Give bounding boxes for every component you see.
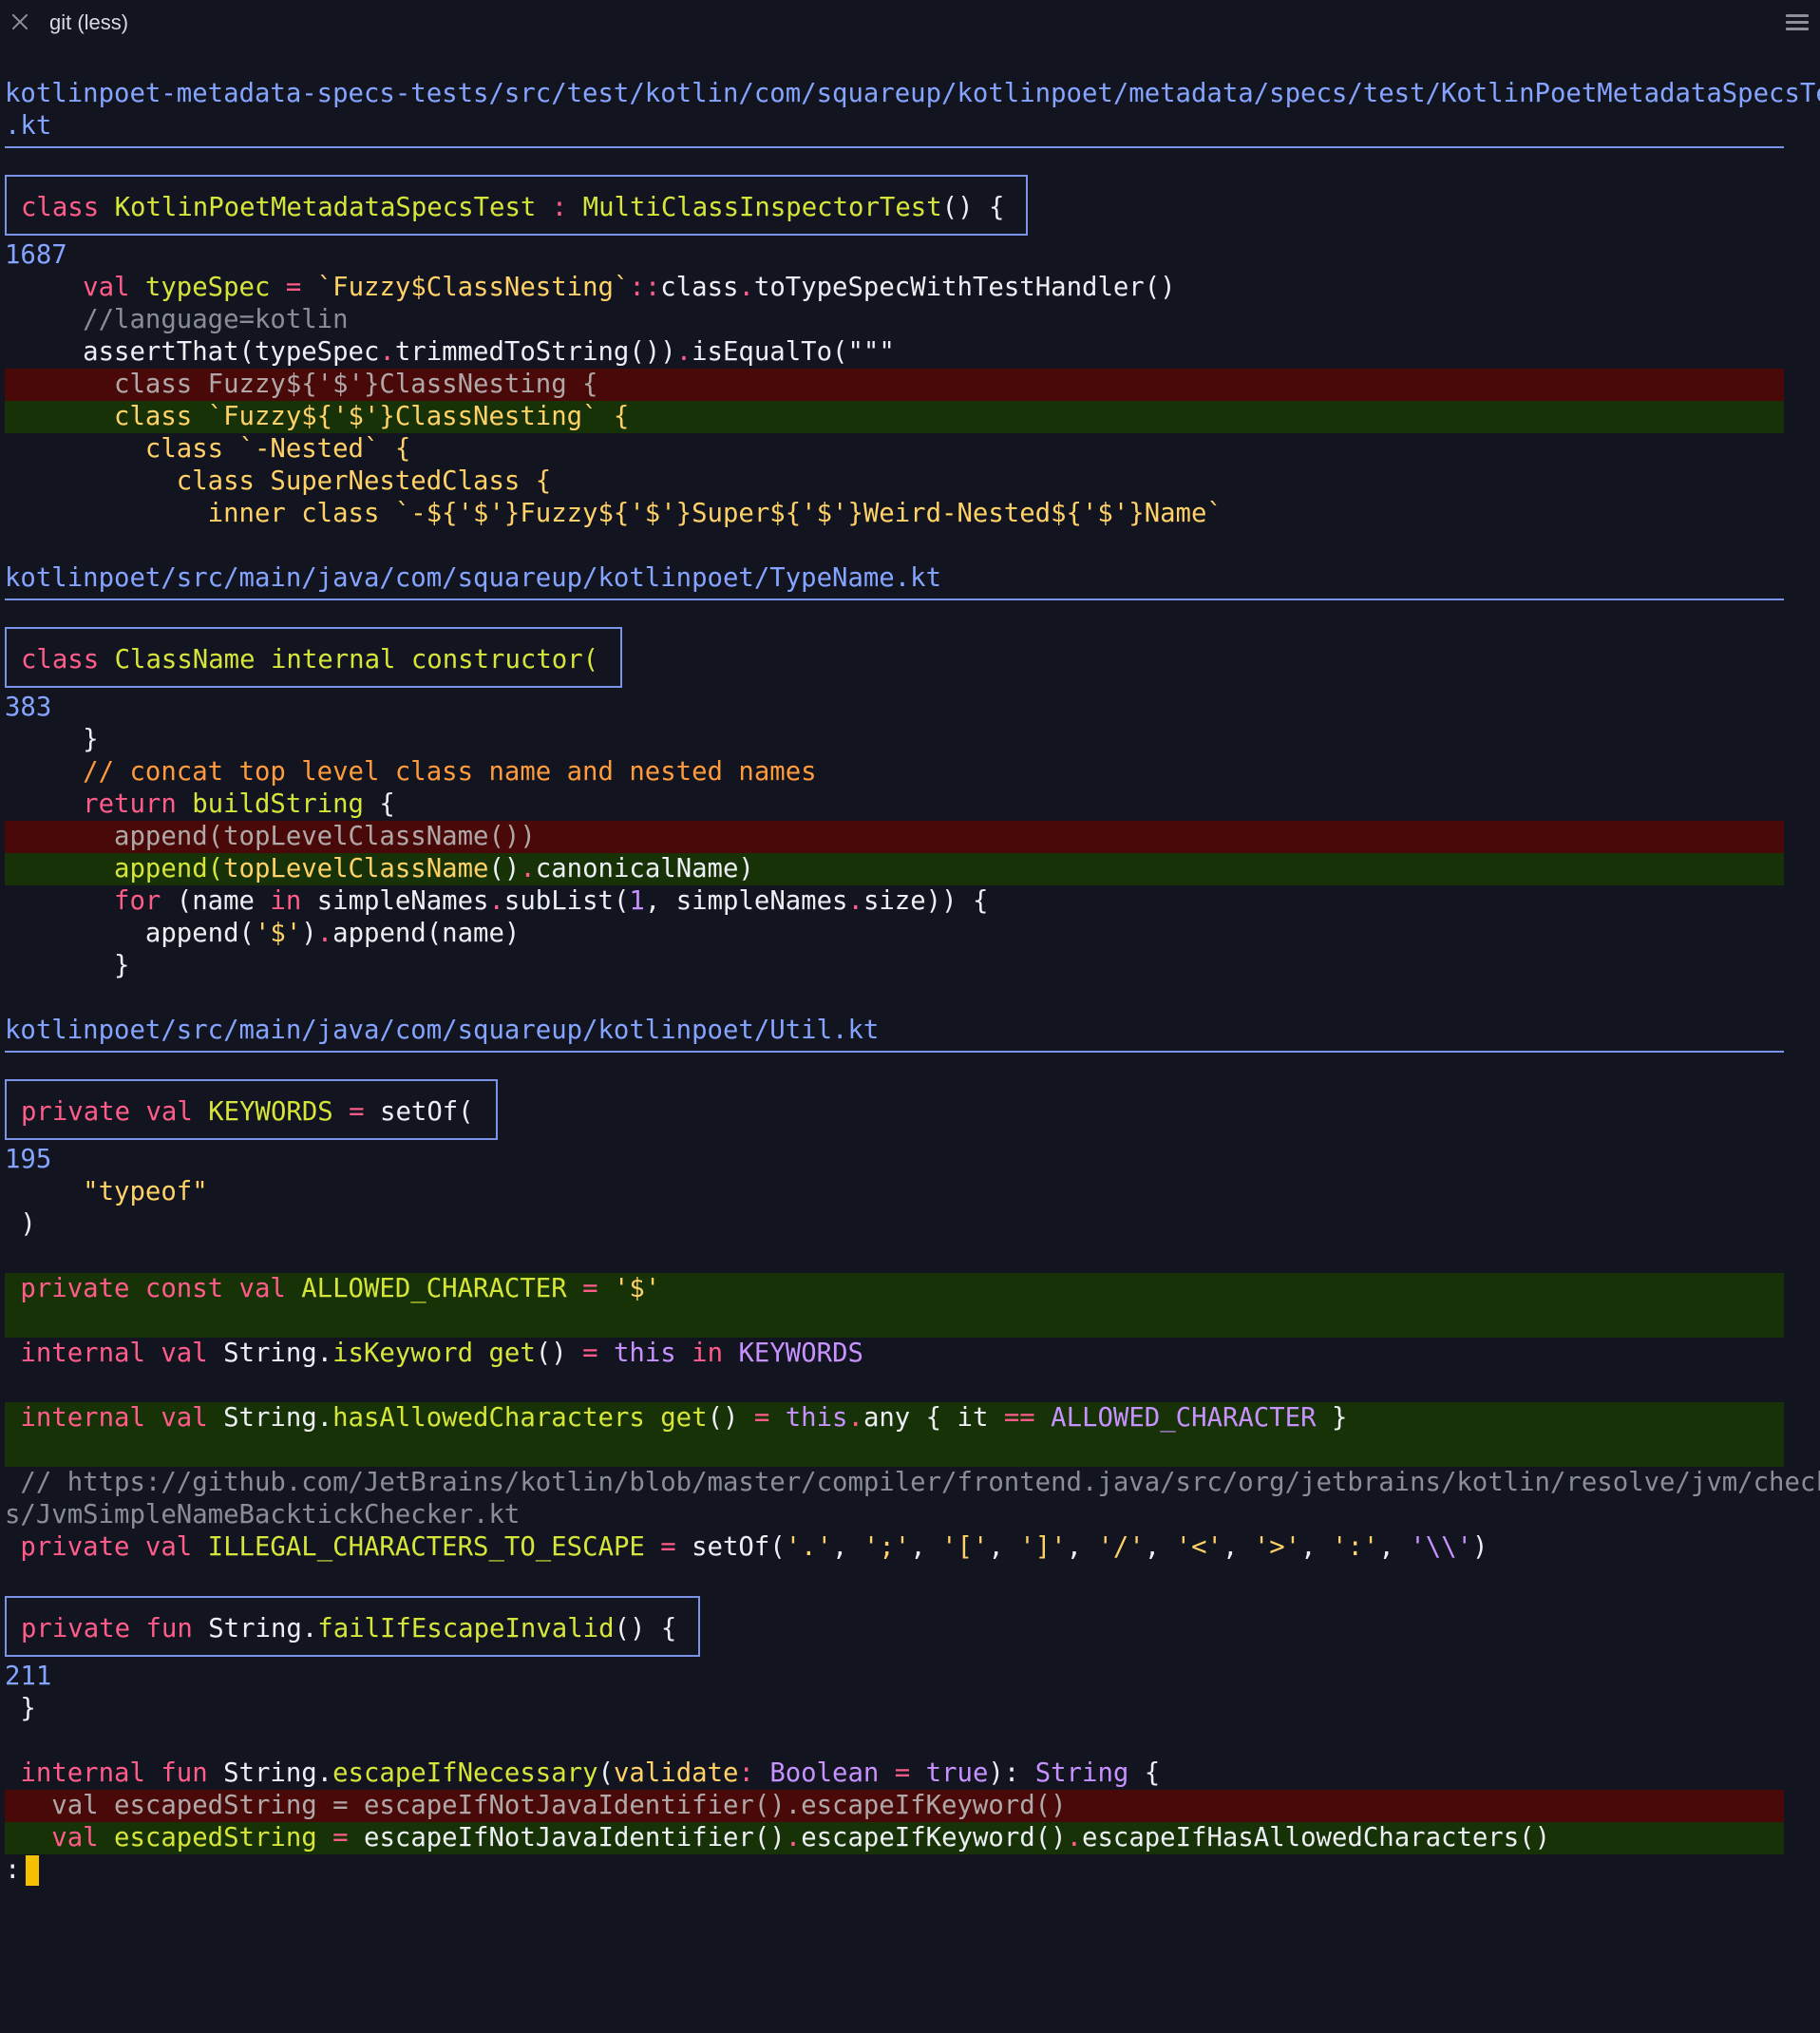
code-line: ): [5, 1209, 36, 1239]
divider: [5, 1047, 1815, 1079]
file-path: kotlinpoet-metadata-specs-tests/src/test…: [5, 79, 1820, 108]
code-line: internal fun String.escapeIfNecessary(va…: [5, 1758, 1161, 1788]
added-line: append(topLevelClassName().canonicalName…: [5, 853, 1784, 885]
code-line: val typeSpec = `Fuzzy$ClassNesting`::cla…: [83, 273, 1176, 302]
hunk-context-box: class KotlinPoetMetadataSpecsTest : Mult…: [5, 175, 1815, 239]
code-line: for (name in simpleNames.subList(1, simp…: [5, 886, 989, 916]
file-path: kotlinpoet/src/main/java/com/squareup/ko…: [5, 1016, 880, 1045]
code-line: assertThat(typeSpec.trimmedToString()).i…: [83, 337, 895, 367]
line-number: 195: [5, 1145, 52, 1174]
close-icon[interactable]: [9, 11, 30, 32]
code-line: class `-Nested` {: [5, 434, 411, 464]
code-line: return buildString {: [5, 789, 395, 819]
code-line: inner class `-${'$'}Fuzzy${'$'}Super${'$…: [5, 499, 1223, 528]
hunk-context-box: class ClassName internal constructor(: [5, 627, 1815, 692]
pager-prompt[interactable]: :: [5, 1854, 1815, 1887]
title-bar: git (less): [0, 0, 1820, 48]
code-line: append('$').append(name): [5, 919, 521, 948]
code-line: private val ILLEGAL_CHARACTERS_TO_ESCAPE…: [5, 1532, 1488, 1562]
hunk-context-box: private val KEYWORDS = setOf(: [5, 1079, 1815, 1144]
divider: [5, 595, 1815, 627]
code-comment: // https://github.com/JetBrains/kotlin/b…: [5, 1468, 1820, 1497]
added-line: internal val String.hasAllowedCharacters…: [5, 1402, 1784, 1467]
file-path: kotlinpoet/src/main/java/com/squareup/ko…: [5, 563, 942, 593]
code-line: //language=kotlin: [5, 305, 349, 334]
added-line: val escapedString = escapeIfNotJavaIdent…: [5, 1822, 1784, 1854]
divider: [5, 142, 1815, 175]
window-title: git (less): [49, 10, 129, 34]
terminal-output[interactable]: kotlinpoet-metadata-specs-tests/src/test…: [5, 78, 1820, 1887]
added-line: private const val ALLOWED_CHARACTER = '$…: [5, 1273, 1784, 1338]
code-line: }: [5, 725, 99, 754]
deleted-line: class Fuzzy${'$'}ClassNesting {: [5, 369, 1784, 401]
code-line: internal val String.isKeyword get() = th…: [5, 1339, 863, 1368]
deleted-line: append(topLevelClassName()): [5, 821, 1784, 853]
code-line: }: [5, 1694, 36, 1723]
code-line: }: [5, 951, 130, 980]
code-line: class SuperNestedClass {: [5, 466, 552, 496]
line-number: 383: [5, 693, 52, 722]
added-line: class `Fuzzy${'$'}ClassNesting` {: [5, 401, 1784, 433]
cursor: [26, 1855, 40, 1886]
code-comment: // concat top level class name and neste…: [5, 757, 817, 787]
code-comment: s/JvmSimpleNameBacktickChecker.kt: [5, 1500, 521, 1530]
hunk-context-box: private fun String.failIfEscapeInvalid()…: [5, 1596, 1815, 1661]
code-line: "typeof": [5, 1177, 208, 1206]
menu-icon[interactable]: [1786, 14, 1809, 31]
deleted-line: val escapedString = escapeIfNotJavaIdent…: [5, 1790, 1784, 1822]
file-path-wrap: .kt: [5, 111, 52, 141]
line-number: 211: [5, 1662, 52, 1691]
line-number: 1687: [5, 240, 67, 270]
